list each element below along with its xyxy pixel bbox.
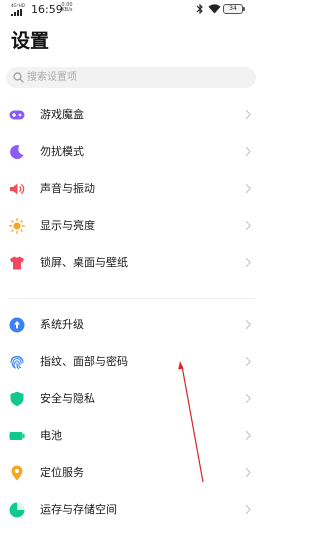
- setting-item-label: 指纹、面部与密码: [40, 355, 128, 368]
- chevron-right-icon: [245, 146, 251, 157]
- setting-item-lockscreen-wallpaper[interactable]: 锁屏、桌面与壁纸: [0, 244, 262, 281]
- setting-item-label: 系统升级: [40, 318, 84, 331]
- chevron-right-icon: [245, 319, 251, 330]
- moon-icon: [10, 145, 24, 160]
- fingerprint-icon: [10, 355, 24, 370]
- setting-item-label: 声音与振动: [40, 182, 95, 195]
- status-bar: 4G⁺HD 16:59 0.00 KB/s 34: [0, 0, 262, 20]
- storage-icon: [9, 502, 25, 518]
- setting-item-fingerprint-face-password[interactable]: 指纹、面部与密码: [0, 343, 262, 380]
- setting-item-sound-vibration[interactable]: 声音与振动: [0, 170, 262, 207]
- setting-item-label: 安全与隐私: [40, 392, 95, 405]
- chevron-right-icon: [245, 430, 251, 441]
- setting-item-security-privacy[interactable]: 安全与隐私: [0, 380, 262, 417]
- bluetooth-icon: [196, 3, 203, 15]
- shield-icon: [10, 391, 24, 407]
- network-speed-unit: KB/s: [61, 7, 73, 13]
- chevron-right-icon: [245, 504, 251, 515]
- wifi-icon: [208, 4, 221, 14]
- setting-item-label: 电池: [40, 429, 62, 442]
- sun-icon: [9, 218, 25, 234]
- chevron-right-icon: [245, 109, 251, 120]
- network-type: 4G⁺HD: [11, 3, 25, 8]
- chevron-right-icon: [245, 356, 251, 367]
- setting-item-battery[interactable]: 电池: [0, 417, 262, 454]
- speaker-icon: [10, 183, 25, 195]
- group-divider: [8, 298, 254, 299]
- setting-item-label: 游戏魔盒: [40, 108, 84, 121]
- chevron-right-icon: [245, 183, 251, 194]
- setting-item-label: 显示与亮度: [40, 219, 95, 232]
- location-icon: [11, 465, 23, 481]
- page-title: 设置: [11, 30, 50, 52]
- upgrade-icon: [9, 317, 25, 333]
- signal-icon: 4G⁺HD: [11, 3, 29, 16]
- chevron-right-icon: [245, 467, 251, 478]
- status-icons: 34: [194, 3, 254, 16]
- chevron-right-icon: [245, 393, 251, 404]
- setting-item-game-box[interactable]: 游戏魔盒: [0, 96, 262, 133]
- battery-icon: [9, 432, 25, 440]
- setting-item-label: 勿扰模式: [40, 145, 84, 158]
- battery-indicator: 34: [223, 4, 245, 14]
- setting-item-label: 定位服务: [40, 466, 84, 479]
- setting-item-label: 锁屏、桌面与壁纸: [40, 256, 128, 269]
- chevron-right-icon: [245, 220, 251, 231]
- setting-item-location-services[interactable]: 定位服务: [0, 454, 262, 491]
- setting-item-memory-storage[interactable]: 运存与存储空间: [0, 491, 262, 528]
- search-icon: [13, 72, 24, 83]
- chevron-right-icon: [245, 257, 251, 268]
- setting-item-label: 运存与存储空间: [40, 503, 117, 516]
- tshirt-icon: [10, 256, 24, 270]
- setting-item-do-not-disturb[interactable]: 勿扰模式: [0, 133, 262, 170]
- network-speed: 0.00 KB/s: [61, 3, 73, 13]
- gamepad-icon: [9, 110, 25, 120]
- setting-item-system-upgrade[interactable]: 系统升级: [0, 306, 262, 343]
- setting-item-display-brightness[interactable]: 显示与亮度: [0, 207, 262, 244]
- search-box[interactable]: [6, 67, 256, 88]
- status-time: 16:59: [31, 3, 63, 16]
- search-input[interactable]: [27, 67, 247, 88]
